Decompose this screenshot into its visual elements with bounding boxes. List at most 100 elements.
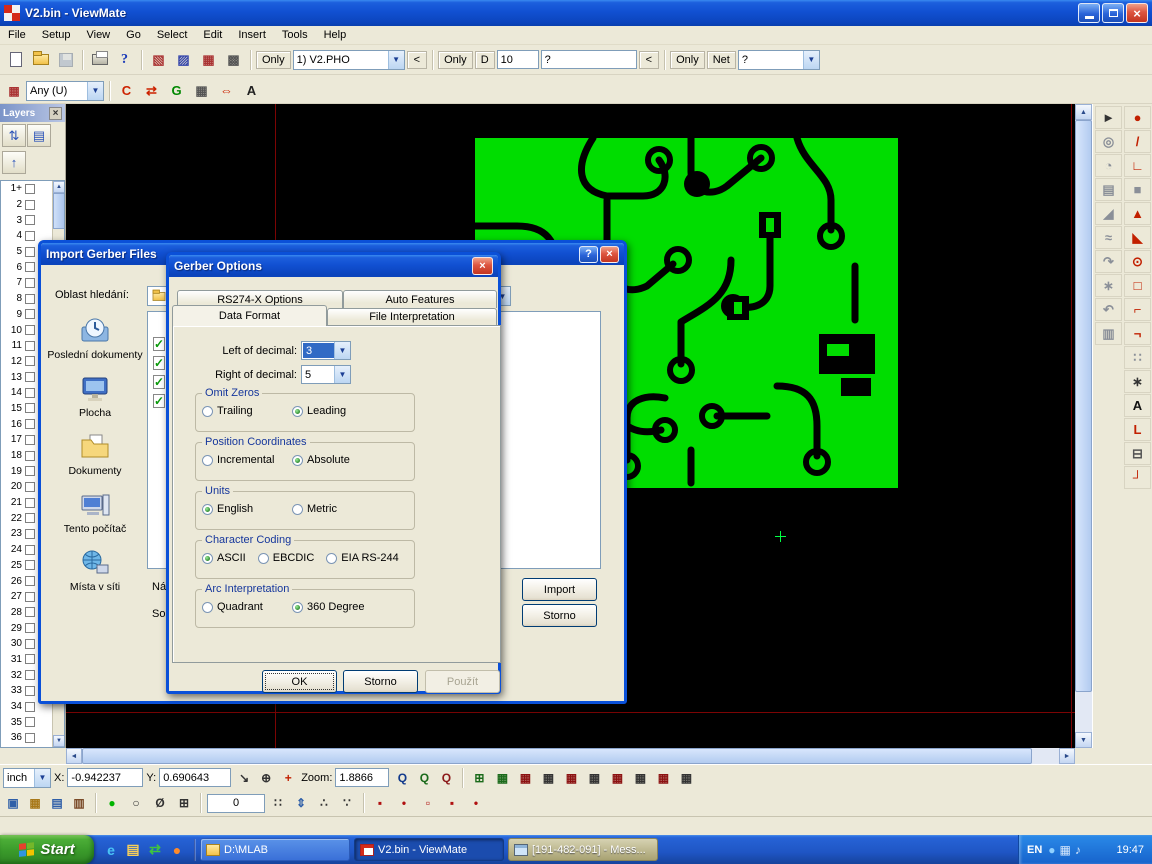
radio-option[interactable]: Leading bbox=[292, 405, 382, 417]
place-computer[interactable]: Tento počítač bbox=[47, 489, 143, 535]
left-of-decimal-combo[interactable]: 3 ▼ bbox=[301, 341, 351, 360]
layer-checkbox[interactable] bbox=[25, 466, 35, 476]
x-coordinate-input[interactable] bbox=[67, 768, 143, 787]
layers-panel-header[interactable]: Layers × bbox=[0, 104, 65, 122]
tab-file-interpretation[interactable]: File Interpretation bbox=[327, 308, 497, 325]
arc-view-icon[interactable]: ◔ bbox=[1095, 154, 1122, 177]
checked-file-icon[interactable]: ✓ bbox=[153, 337, 165, 351]
grid-on-icon[interactable]: ⊞ bbox=[469, 768, 489, 788]
layer-checkbox[interactable] bbox=[25, 529, 35, 539]
radio-option[interactable]: Quadrant bbox=[202, 601, 292, 613]
layer-reorder-button[interactable]: ⇅ bbox=[2, 124, 26, 147]
chevron-down-icon[interactable]: ▼ bbox=[34, 769, 50, 787]
pad-shape-icon[interactable]: ▪ bbox=[370, 793, 390, 813]
menu-item[interactable]: Edit bbox=[195, 27, 230, 43]
menu-item[interactable]: View bbox=[78, 27, 118, 43]
layer-checkbox[interactable] bbox=[25, 654, 35, 664]
ie-icon[interactable]: e bbox=[102, 841, 120, 859]
layer-checkbox[interactable] bbox=[25, 403, 35, 413]
only-dcode-toggle[interactable]: Only bbox=[438, 51, 473, 69]
radio-option[interactable]: EIA RS-244 bbox=[326, 552, 398, 564]
neg-tool-icon[interactable]: ¬ bbox=[1124, 322, 1151, 345]
pattern-icon[interactable]: ∴ bbox=[314, 793, 334, 813]
chevron-down-icon[interactable]: ▼ bbox=[388, 51, 404, 69]
checked-file-icon[interactable]: ✓ bbox=[153, 356, 165, 370]
canvas-hscrollbar[interactable]: ◄ ► bbox=[66, 748, 1075, 764]
layer-up-button[interactable]: ↑ bbox=[2, 151, 26, 174]
pointer-icon[interactable]: ► bbox=[1095, 106, 1122, 129]
zoom-fit-icon[interactable]: Q bbox=[436, 768, 456, 788]
layer-checkbox[interactable] bbox=[25, 733, 35, 743]
aperture-icon[interactable]: ▦ bbox=[607, 768, 627, 788]
undo-arc-icon[interactable]: ↶ bbox=[1095, 298, 1122, 321]
menu-item[interactable]: Go bbox=[118, 27, 149, 43]
tab-auto-features[interactable]: Auto Features bbox=[343, 290, 497, 308]
layer-checkbox[interactable] bbox=[25, 623, 35, 633]
layer-checkbox[interactable] bbox=[25, 545, 35, 555]
wedge-tool-icon[interactable]: ◣ bbox=[1124, 226, 1151, 249]
tab-data-format[interactable]: Data Format bbox=[172, 305, 327, 326]
taskbar-button-viewmate[interactable]: V2.bin - ViewMate bbox=[354, 838, 504, 861]
menu-item[interactable]: Help bbox=[316, 27, 355, 43]
layer-checkbox[interactable] bbox=[25, 607, 35, 617]
pad-shape-icon[interactable]: • bbox=[394, 793, 414, 813]
only-layer-toggle[interactable]: Only bbox=[256, 51, 291, 69]
net-combo[interactable]: ? ▼ bbox=[738, 50, 820, 70]
corner-icon[interactable]: ◢ bbox=[1095, 202, 1122, 225]
checked-file-icon[interactable]: ✓ bbox=[153, 394, 165, 408]
place-recent[interactable]: Poslední dokumenty bbox=[47, 315, 143, 361]
folder-icon[interactable]: ▤ bbox=[124, 841, 142, 859]
layer-checkbox[interactable] bbox=[25, 686, 35, 696]
menu-item[interactable]: Insert bbox=[230, 27, 274, 43]
chevron-down-icon[interactable]: ▼ bbox=[803, 51, 819, 69]
aperture-icon[interactable]: ▦ bbox=[630, 768, 650, 788]
radio-option[interactable]: ASCII bbox=[202, 552, 246, 564]
start-button[interactable]: Start bbox=[0, 835, 94, 864]
aperture-icon[interactable]: ▦ bbox=[538, 768, 558, 788]
select-mode-icon[interactable]: ▦ bbox=[4, 81, 24, 101]
gerber-dialog-titlebar[interactable]: Gerber Options × bbox=[169, 255, 498, 277]
pan-icon[interactable]: ◎ bbox=[1095, 130, 1122, 153]
restore-button[interactable] bbox=[1102, 3, 1124, 23]
select-inside-icon[interactable]: ▨ bbox=[172, 49, 195, 71]
new-file-button[interactable] bbox=[4, 49, 27, 71]
text-icon[interactable]: A bbox=[240, 80, 263, 102]
open-file-button[interactable] bbox=[29, 49, 52, 71]
close-icon[interactable]: × bbox=[49, 107, 62, 120]
layer-checkbox[interactable] bbox=[25, 388, 35, 398]
film-icon[interactable]: ▦ bbox=[25, 793, 45, 813]
scroll-thumb[interactable] bbox=[1075, 120, 1092, 692]
box-minus-tool-icon[interactable]: ⊟ bbox=[1124, 442, 1151, 465]
layers-stack-icon[interactable]: ▣ bbox=[3, 793, 23, 813]
scroll-left-icon[interactable]: ◄ bbox=[66, 748, 82, 764]
menu-item[interactable]: Select bbox=[149, 27, 196, 43]
layer-checkbox[interactable] bbox=[25, 231, 35, 241]
grid-icon[interactable]: ▦ bbox=[190, 80, 213, 102]
taskbar-button-message[interactable]: [191-482-091] - Mess... bbox=[508, 838, 658, 861]
layer-table-icon[interactable]: ▤ bbox=[1095, 178, 1122, 201]
layer-checkbox[interactable] bbox=[25, 262, 35, 272]
star-tool-icon[interactable]: ∗ bbox=[1095, 274, 1122, 297]
wave-icon[interactable]: ≈ bbox=[1095, 226, 1122, 249]
scroll-right-icon[interactable]: ► bbox=[1059, 748, 1075, 764]
layer-checkbox[interactable] bbox=[25, 294, 35, 304]
scroll-down-icon[interactable]: ▼ bbox=[53, 735, 65, 747]
layer-view-button[interactable]: ▤ bbox=[27, 124, 51, 147]
layer-checkbox[interactable] bbox=[25, 184, 35, 194]
scroll-up-icon[interactable]: ▲ bbox=[1075, 104, 1092, 120]
layer-checkbox[interactable] bbox=[25, 215, 35, 225]
place-desktop[interactable]: Plocha bbox=[47, 373, 143, 419]
menu-item[interactable]: File bbox=[0, 27, 34, 43]
scroll-thumb[interactable] bbox=[82, 748, 1032, 764]
layer-checkbox[interactable] bbox=[25, 451, 35, 461]
radio-option[interactable]: EBCDIC bbox=[258, 552, 315, 564]
dots-tool-icon[interactable]: ∷ bbox=[1124, 346, 1151, 369]
aperture-icon[interactable]: ▦ bbox=[676, 768, 696, 788]
layer-checkbox[interactable] bbox=[25, 482, 35, 492]
corner-tool-icon[interactable]: ∟ bbox=[1124, 154, 1151, 177]
text-tool-icon[interactable]: A bbox=[1124, 394, 1151, 417]
place-network[interactable]: Místa v síti bbox=[47, 547, 143, 593]
zoom-select-icon[interactable]: Q bbox=[414, 768, 434, 788]
scroll-down-icon[interactable]: ▼ bbox=[1075, 732, 1092, 748]
select-all-icon[interactable]: ▩ bbox=[222, 49, 245, 71]
